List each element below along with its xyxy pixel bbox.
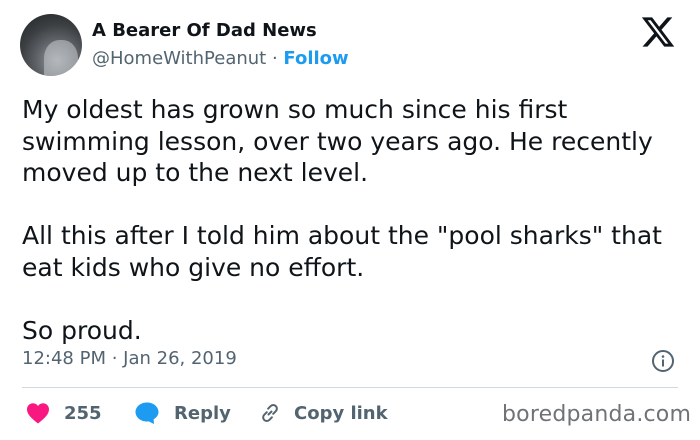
reply-button[interactable]: Reply — [134, 398, 231, 428]
reply-label: Reply — [174, 402, 231, 424]
copy-link-button[interactable]: Copy link — [258, 398, 388, 428]
speech-bubble-icon — [135, 402, 159, 424]
follow-button[interactable]: Follow — [283, 48, 348, 69]
tweet-card: A Bearer Of Dad News @HomeWithPeanut · F… — [0, 0, 700, 440]
copy-link-label: Copy link — [294, 402, 388, 424]
handle-separator: · — [266, 48, 284, 69]
info-icon[interactable] — [651, 349, 675, 373]
link-icon — [262, 404, 278, 422]
post-text: My oldest has grown so much since his fi… — [22, 95, 662, 345]
author-handle-line: @HomeWithPeanut · Follow — [92, 48, 349, 69]
post-timestamp[interactable]: 12:48 PM · Jan 26, 2019 — [22, 348, 237, 369]
avatar-silhouette — [44, 40, 78, 76]
author-handle[interactable]: @HomeWithPeanut — [92, 48, 266, 69]
divider — [22, 387, 678, 388]
author-display-name[interactable]: A Bearer Of Dad News — [92, 20, 317, 41]
like-count: 255 — [64, 402, 102, 424]
like-button[interactable]: 255 — [26, 398, 102, 428]
watermark: boredpanda.com — [502, 402, 692, 427]
heart-icon — [27, 403, 49, 424]
x-logo-icon[interactable] — [640, 14, 676, 50]
avatar[interactable] — [20, 14, 82, 76]
